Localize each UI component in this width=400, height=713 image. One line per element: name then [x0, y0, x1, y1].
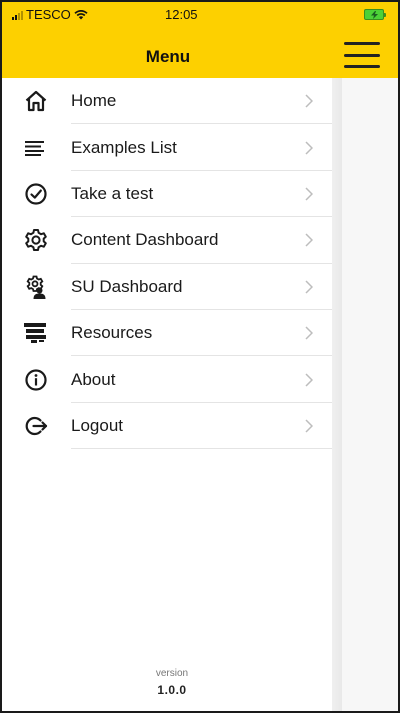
- menu-item-label: Content Dashboard: [71, 230, 219, 250]
- chevron-right-icon: [305, 373, 313, 387]
- chevron-right-icon: [305, 94, 313, 108]
- menu-item-logout[interactable]: Logout: [2, 403, 332, 450]
- version-label: version: [155, 668, 189, 679]
- chevron-right-icon: [305, 419, 313, 433]
- menu-item-label: SU Dashboard: [71, 276, 183, 296]
- menu-item-label: Home: [71, 91, 117, 111]
- status-bar: TESCO 12:05: [2, 2, 398, 28]
- chevron-right-icon: [305, 233, 313, 247]
- check-circle-icon: [24, 182, 48, 206]
- menu-item-content-dashboard[interactable]: Content Dashboard: [2, 217, 332, 264]
- hamburger-icon[interactable]: [344, 42, 380, 68]
- chevron-right-icon: [305, 187, 313, 201]
- info-icon: [24, 368, 48, 392]
- side-drawer: Home Examples List Take a test Content D…: [2, 78, 332, 711]
- version-info: version 1.0.0: [2, 668, 342, 697]
- menu-item-take-a-test[interactable]: Take a test: [2, 171, 332, 218]
- chevron-right-icon: [305, 280, 313, 294]
- status-time: 12:05: [165, 7, 198, 22]
- carrier-name: TESCO: [26, 7, 71, 22]
- user-gear-icon: [24, 275, 48, 299]
- menu-item-about[interactable]: About: [2, 356, 332, 403]
- app-header: Menu: [2, 28, 398, 78]
- status-left: TESCO: [12, 7, 88, 22]
- menu-item-label: Logout: [71, 415, 123, 435]
- content-overlay[interactable]: [332, 78, 398, 711]
- wifi-icon: [74, 9, 88, 20]
- menu-item-examples-list[interactable]: Examples List: [2, 124, 332, 171]
- menu-list: Home Examples List Take a test Content D…: [2, 78, 332, 450]
- page-title: Menu: [145, 47, 191, 66]
- signal-icon: [12, 10, 23, 20]
- menu-item-label: Take a test: [71, 183, 154, 203]
- app-frame: TESCO 12:05 Menu Home Examples List Take…: [0, 0, 400, 713]
- menu-item-label: Resources: [71, 323, 153, 343]
- chevron-right-icon: [305, 326, 313, 340]
- menu-item-label: Examples List: [71, 137, 177, 157]
- home-icon: [24, 89, 48, 113]
- menu-item-home[interactable]: Home: [2, 78, 332, 125]
- logout-icon: [24, 414, 48, 438]
- version-number: 1.0.0: [157, 683, 187, 697]
- menu-item-su-dashboard[interactable]: SU Dashboard: [2, 264, 332, 310]
- list-icon: [24, 136, 48, 160]
- chevron-right-icon: [305, 141, 313, 155]
- menu-item-label: About: [71, 369, 116, 389]
- gear-icon: [24, 228, 48, 252]
- menu-item-resources[interactable]: Resources: [2, 310, 332, 357]
- divider: [71, 448, 332, 450]
- battery-charging-icon: [364, 9, 386, 20]
- resources-icon: [24, 321, 48, 345]
